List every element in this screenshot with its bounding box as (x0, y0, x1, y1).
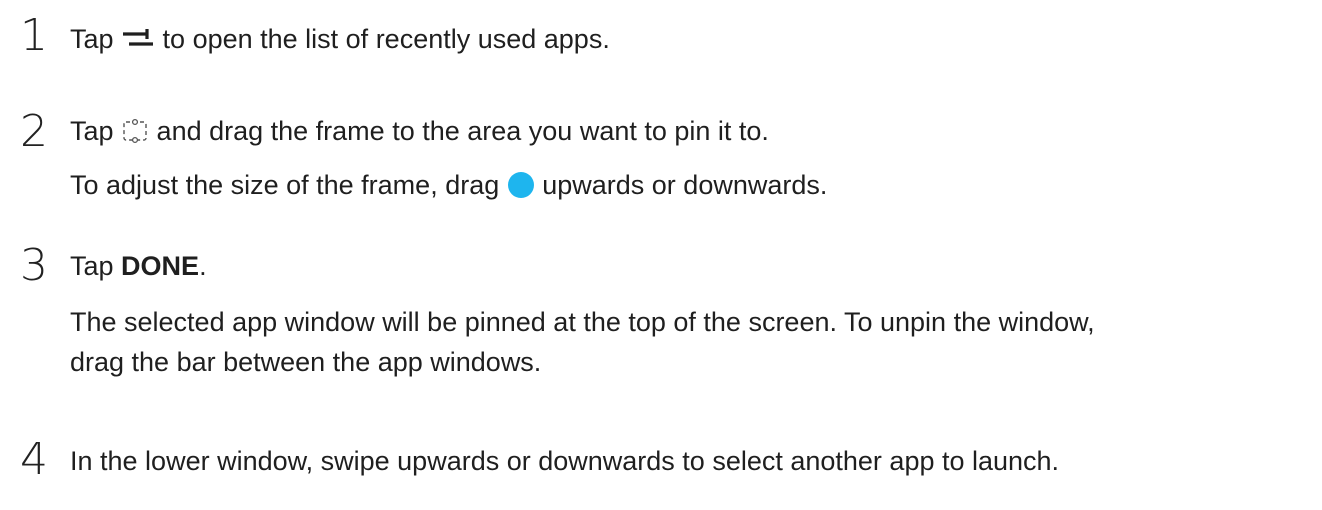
step-text-after: to open the list of recently used apps. (155, 24, 610, 54)
paragraph-line: drag the bar between the app windows. (70, 347, 542, 377)
done-label: DONE (121, 251, 200, 281)
step-number: 1 (20, 10, 48, 61)
pin-window-icon (121, 117, 149, 145)
note-text-after: upwards or downwards. (534, 170, 828, 200)
blue-handle-icon (507, 171, 535, 199)
step-number: 2 (20, 106, 48, 157)
step-text-before: Tap (70, 116, 122, 146)
step-note: To adjust the size of the frame, drag up… (70, 168, 827, 202)
step-text: Tap to open the list of recently used ap… (70, 22, 610, 56)
recent-apps-icon (121, 25, 155, 51)
note-text-before: To adjust the size of the frame, drag (70, 170, 507, 200)
step-text-after: and drag the frame to the area you want … (149, 116, 769, 146)
step-text-before: Tap (70, 24, 122, 54)
step-number: 3 (20, 240, 48, 291)
step-number: 4 (20, 434, 48, 485)
step-text: Tap DONE. (70, 249, 207, 283)
step-text: In the lower window, swipe upwards or do… (70, 446, 1060, 476)
step-text-before: Tap (70, 251, 122, 281)
step-paragraph: The selected app window will be pinned a… (70, 302, 1310, 382)
step-text-after: . (199, 251, 207, 281)
paragraph-line: The selected app window will be pinned a… (70, 307, 1095, 337)
step-text: Tap and drag the frame to the area you w… (70, 114, 769, 148)
